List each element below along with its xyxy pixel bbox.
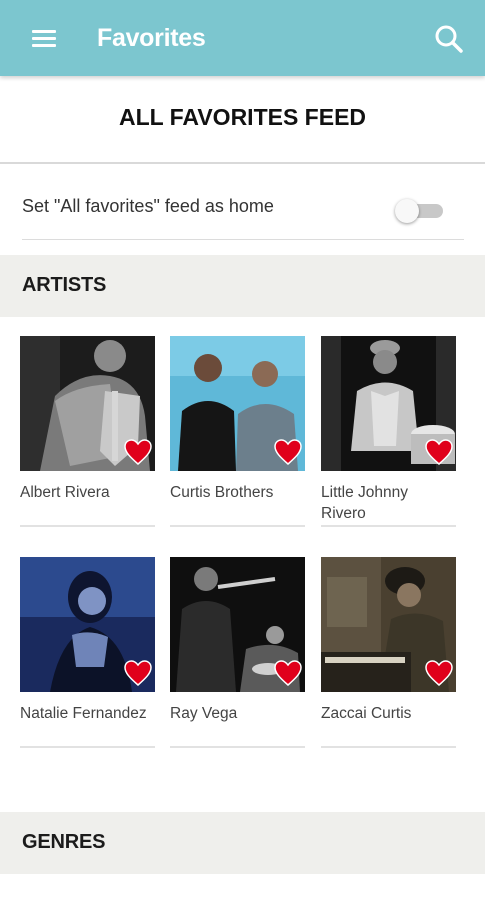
artist-photo [170,557,305,692]
artist-card[interactable]: Little Johnny Rivero [321,336,456,527]
toggle-thumb [395,199,419,223]
card-divider [170,525,305,527]
app-bar: Favorites [0,0,485,76]
card-divider [20,746,155,748]
artist-card[interactable]: Albert Rivera [20,336,155,527]
artist-card[interactable]: Curtis Brothers [170,336,305,527]
hamburger-menu-icon-line [32,44,56,47]
menu-button[interactable] [22,22,64,56]
artist-photo [321,557,456,692]
artist-name: Little Johnny Rivero [321,484,409,522]
favorite-heart-icon[interactable] [425,660,453,686]
artist-name: Curtis Brothers [170,484,274,501]
genres-section-label: GENRES [22,831,106,853]
hamburger-menu-icon-line [32,37,56,40]
favorite-heart-icon[interactable] [274,660,302,686]
home-feed-toggle[interactable] [395,198,445,224]
favorite-heart-icon[interactable] [124,439,152,465]
home-feed-toggle-label: Set "All favorites" feed as home [22,196,274,216]
artists-section-label: ARTISTS [22,274,107,296]
card-divider [170,746,305,748]
search-button[interactable] [432,22,472,56]
artist-card[interactable]: Ray Vega [170,557,305,748]
feed-title: ALL FAVORITES FEED [118,104,367,130]
artist-photo [170,336,305,471]
home-feed-setting-row: Set "All favorites" feed as home [22,182,464,240]
artist-photo [20,557,155,692]
artist-name: Albert Rivera [20,484,110,501]
favorite-heart-icon[interactable] [124,660,152,686]
favorite-heart-icon[interactable] [274,439,302,465]
card-divider [321,525,456,527]
card-divider [321,746,456,748]
artist-photo [321,336,456,471]
artist-name: Zaccai Curtis [321,705,412,722]
artists-section-header: ARTISTS [0,255,485,317]
artist-name: Ray Vega [170,705,238,722]
genres-section-header: GENRES [0,812,485,874]
artist-name: Natalie Fernandez [20,705,147,722]
artist-card[interactable]: Zaccai Curtis [321,557,456,748]
favorite-heart-icon[interactable] [425,439,453,465]
card-divider [20,525,155,527]
feed-title-bar: ALL FAVORITES FEED [0,76,485,164]
page-title: Favorites [97,24,206,52]
artist-photo [20,336,155,471]
search-icon [435,25,463,53]
hamburger-menu-icon [32,30,56,33]
artist-card[interactable]: Natalie Fernandez [20,557,155,748]
